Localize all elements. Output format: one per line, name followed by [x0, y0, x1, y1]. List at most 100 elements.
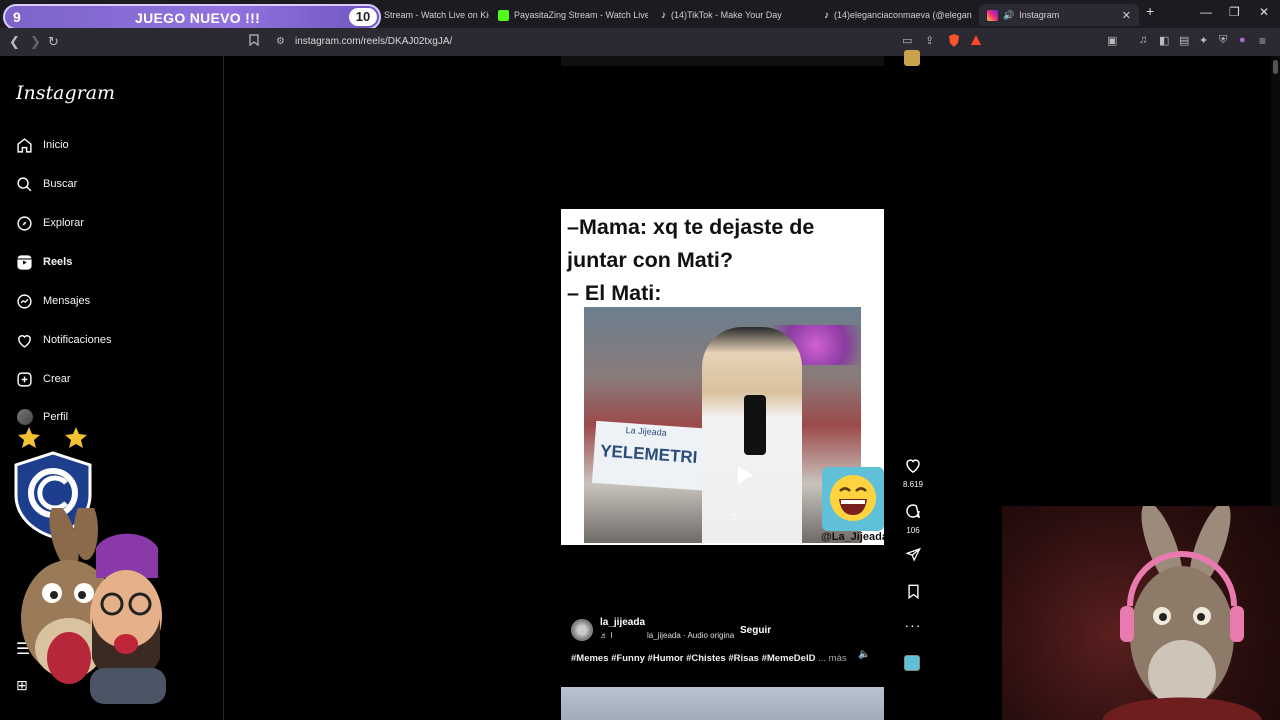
next-reel-preview[interactable] — [561, 687, 884, 720]
audio-thumbnail[interactable] — [904, 655, 920, 671]
streamer-mascot-image — [14, 500, 179, 704]
caption-line: –Mama: xq te dejaste de — [567, 215, 815, 239]
new-tab-icon[interactable]: + — [1146, 3, 1154, 19]
more-link[interactable]: ... más — [818, 653, 847, 664]
more-options-button[interactable]: ··· — [898, 617, 928, 633]
previous-audio-thumbnail[interactable] — [904, 50, 920, 66]
sidebar-item-label: Mensajes — [43, 295, 91, 307]
share-icon[interactable]: ⇪ — [925, 34, 934, 47]
previous-reel-edge — [561, 56, 884, 66]
back-icon[interactable]: ❮ — [9, 34, 20, 50]
tab-title: (14)eleganciaconmaeva (@elegancia — [834, 10, 972, 20]
reel-caption-overlay: –Mama: xq te dejaste de juntar con Mati?… — [567, 211, 814, 310]
promo-left-number: 9 — [13, 9, 21, 25]
instagram-logo[interactable]: Instagram — [16, 82, 115, 104]
search-icon — [16, 176, 33, 193]
music-icon[interactable]: ♫ — [1139, 34, 1147, 46]
caption-line: juntar con Mati? — [567, 248, 734, 272]
tab-title: Instagram — [1019, 10, 1060, 20]
extension-icon[interactable]: ● — [1239, 34, 1246, 46]
share-button[interactable] — [898, 547, 928, 567]
sidebar-toggle-icon[interactable]: ◧ — [1159, 34, 1169, 47]
ellipsis-icon: ··· — [904, 617, 922, 633]
comment-icon — [906, 504, 921, 519]
sidebar-item-inicio[interactable]: Inicio — [16, 133, 69, 157]
author-username[interactable]: la_jijeada — [600, 617, 645, 628]
reel-watermark: @La_Jijeada — [821, 531, 884, 543]
forward-icon[interactable]: ❯ — [30, 34, 41, 50]
site-settings-icon[interactable]: ⚙ — [276, 36, 285, 47]
plus-square-icon — [16, 371, 33, 388]
mouse-cursor-icon: ☝ — [729, 507, 738, 523]
address-bar[interactable]: instagram.com/reels/DKAJ02txgJA/ — [295, 36, 452, 47]
sidebar-item-reels[interactable]: Reels — [16, 250, 72, 274]
reload-icon[interactable]: ↻ — [48, 34, 59, 50]
bookmark-icon[interactable] — [249, 34, 259, 49]
comment-count: 106 — [906, 526, 920, 535]
menu-icon[interactable]: ≡ — [1259, 34, 1266, 48]
brave-rewards-icon[interactable] — [970, 34, 982, 49]
reels-icon — [16, 254, 33, 271]
like-button[interactable]: 8.619 — [898, 458, 928, 489]
hashtags-text: #Memes #Funny #Humor #Chistes #Risas #Me… — [571, 653, 816, 664]
fan-banner: La Jijeada YELEMETRI — [591, 420, 717, 492]
kick-icon — [498, 9, 509, 21]
close-tab-icon[interactable]: ✕ — [1122, 9, 1131, 22]
close-window-icon[interactable]: ✕ — [1259, 5, 1269, 19]
sidebar-item-label: Inicio — [43, 139, 69, 151]
tab-instagram[interactable]: 🔊 Instagram ✕ — [979, 4, 1139, 26]
wallet-icon[interactable]: ▤ — [1179, 34, 1189, 47]
streamer-webcam-overlay — [1002, 506, 1280, 720]
minimize-icon[interactable]: — — [1200, 5, 1212, 19]
sidebar-item-label: Crear — [43, 373, 71, 385]
tiktok-icon: ♪ — [661, 9, 666, 21]
reader-icon[interactable]: ▣ — [1107, 34, 1117, 47]
brave-shield-icon[interactable] — [948, 34, 960, 50]
home-icon — [16, 137, 33, 154]
author-music-note: ♬ I — [600, 631, 613, 640]
save-button[interactable] — [898, 584, 928, 604]
play-icon[interactable] — [732, 463, 756, 487]
tab-kick-stream[interactable]: Stream - Watch Live on Kick — [384, 4, 489, 26]
comment-button[interactable]: 106 — [898, 503, 928, 535]
audio-attribution[interactable]: la_jijeada · Audio origina — [647, 631, 734, 640]
video-frame: La Jijeada YELEMETRI — [584, 307, 861, 543]
compass-icon — [16, 215, 33, 232]
sidebar-item-label: Buscar — [43, 178, 78, 190]
reel-video[interactable]: –Mama: xq te dejaste de juntar con Mati?… — [561, 209, 884, 545]
tab-tiktok[interactable]: ♪ (14)TikTok - Make Your Day — [661, 4, 811, 26]
tab-tiktok-profile[interactable]: ♪ (14)eleganciaconmaeva (@elegancia — [824, 4, 972, 26]
stars-decoration — [16, 426, 92, 453]
vpn-icon[interactable]: ⛨ — [1219, 34, 1227, 47]
tab-payasitazing[interactable]: PayasitaZing Stream - Watch Live on — [498, 4, 648, 26]
heart-icon — [906, 459, 920, 474]
avatar — [16, 409, 33, 425]
volume-icon[interactable]: 🔈 — [858, 649, 870, 660]
browser-tab-strip: 9 JUEGO NUEVO !!! 10 Stream - Watch Live… — [0, 0, 1280, 30]
sidebar-item-crear[interactable]: Crear — [16, 367, 71, 391]
reel-hashtags[interactable]: #Memes #Funny #Humor #Chistes #Risas #Me… — [571, 653, 847, 664]
bookmark-icon — [907, 584, 919, 600]
speaker-icon: 🔊 — [1003, 9, 1015, 20]
leo-icon[interactable]: ✦ — [1199, 34, 1208, 47]
tiktok-icon: ♪ — [824, 9, 829, 21]
like-count: 8.619 — [902, 480, 924, 489]
follow-button[interactable]: Seguir — [736, 622, 775, 639]
browser-toolbar: ❮ ❯ ↻ ⚙ instagram.com/reels/DKAJ02txgJA/… — [0, 28, 1280, 56]
banner-watermark: La Jijeada — [625, 424, 668, 438]
sidebar-item-buscar[interactable]: Buscar — [16, 172, 77, 196]
restore-icon[interactable]: ❐ — [1229, 5, 1240, 19]
sidebar-item-label: Perfil — [43, 411, 69, 423]
banner-text: YELEMETRI — [599, 441, 698, 468]
microphone — [744, 395, 766, 455]
sidebar-item-label: Notificaciones — [43, 334, 112, 346]
promo-overlay-banner: 9 JUEGO NUEVO !!! 10 — [3, 4, 381, 30]
tab-title: Stream - Watch Live on Kick — [384, 10, 489, 20]
author-avatar[interactable] — [571, 619, 593, 641]
cast-icon[interactable]: ▭ — [902, 34, 912, 47]
sidebar-item-explorar[interactable]: Explorar — [16, 211, 84, 235]
sidebar-item-label: Explorar — [43, 217, 84, 229]
sidebar-item-mensajes[interactable]: Mensajes — [16, 289, 90, 313]
sidebar-item-notificaciones[interactable]: Notificaciones — [16, 328, 111, 352]
caption-line: – El Mati: — [567, 281, 662, 305]
